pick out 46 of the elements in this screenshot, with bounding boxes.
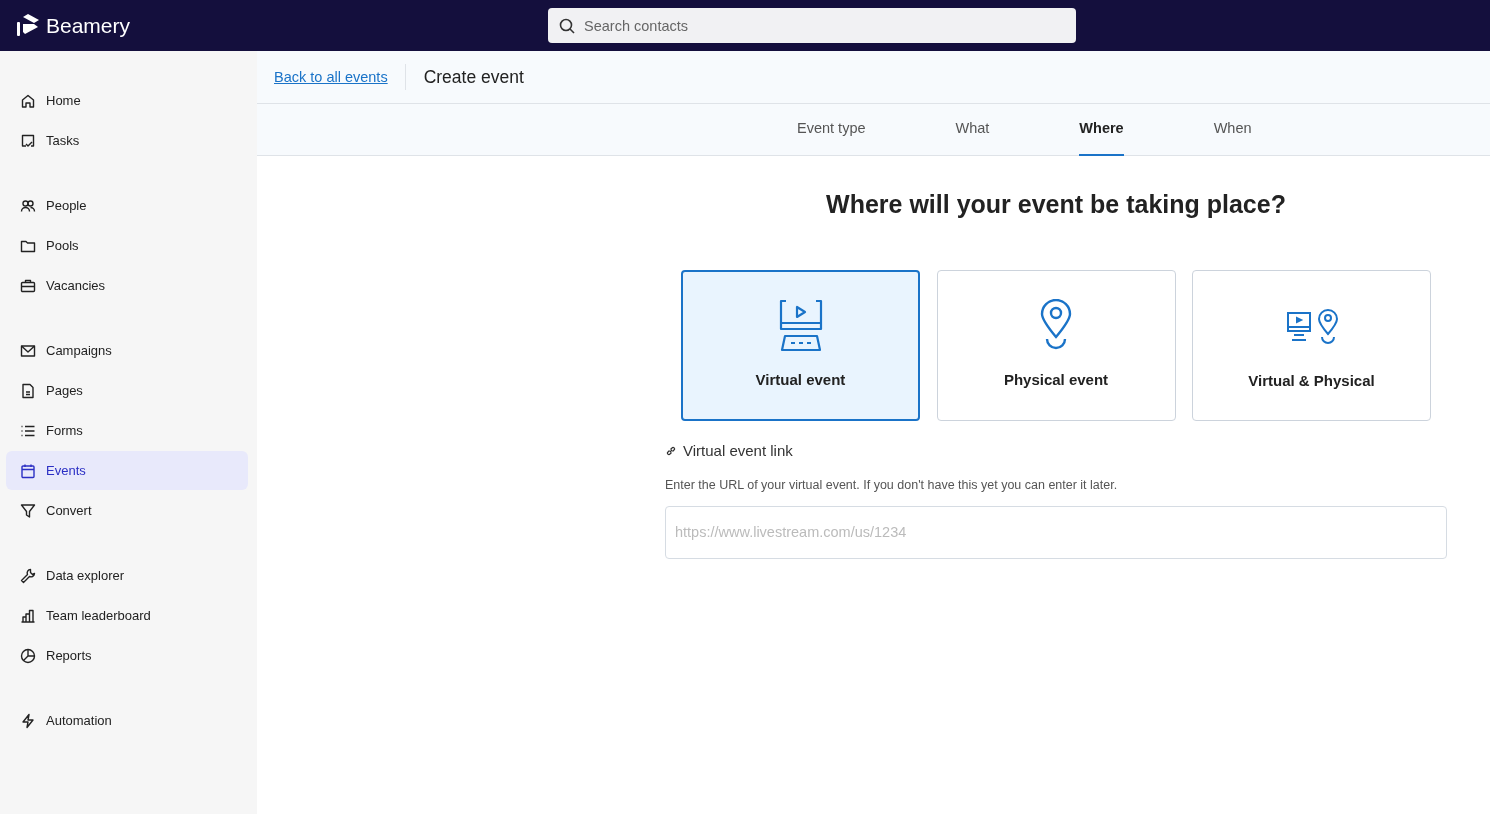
- question-heading: Where will your event be taking place?: [825, 189, 1287, 220]
- logo-text: Beamery: [46, 12, 131, 39]
- pie-chart-icon: [20, 647, 36, 664]
- back-link[interactable]: Back to all events: [274, 64, 406, 90]
- step-tab[interactable]: Where: [1079, 104, 1124, 156]
- sidebar-item[interactable]: Pools: [6, 226, 248, 265]
- step-tab[interactable]: Event type: [797, 104, 866, 156]
- logo-icon: [16, 12, 40, 39]
- envelope-icon: [20, 342, 36, 359]
- search-field[interactable]: Search contacts: [548, 8, 1077, 43]
- bar-chart-icon: [20, 607, 36, 624]
- step-tab[interactable]: When: [1213, 104, 1252, 156]
- event-option-card[interactable]: Virtual & Physical: [1192, 269, 1431, 421]
- event-option-card[interactable]: Physical event: [936, 269, 1176, 421]
- page-title: Create event: [422, 65, 524, 89]
- sidebar-item[interactable]: Team leaderboard: [6, 596, 248, 635]
- help-text: Enter the URL of your virtual event. If you don't have this yet you can enter it later.: [665, 477, 1119, 494]
- sidebar-item[interactable]: Tasks: [6, 121, 248, 160]
- sidebar-item[interactable]: Events: [6, 451, 248, 490]
- sidebar-item[interactable]: Automation: [6, 701, 248, 740]
- sidebar-item[interactable]: Convert: [6, 491, 248, 530]
- sidebar-item[interactable]: Pages: [6, 371, 248, 410]
- monitor-keyboard-icon: [777, 298, 824, 353]
- url-input-field[interactable]: https://www.livestream.com/us/1234: [665, 505, 1447, 559]
- calendar-icon: [20, 462, 36, 479]
- field-label: Virtual event link: [683, 440, 793, 461]
- task-icon: [20, 132, 36, 149]
- people-icon: [20, 197, 36, 214]
- sidebar-item[interactable]: Reports: [6, 636, 248, 675]
- search-icon: [559, 18, 576, 34]
- briefcase-icon: [20, 277, 36, 294]
- event-option-card[interactable]: Virtual event: [681, 269, 920, 421]
- lightning-icon: [20, 712, 36, 729]
- document-icon: [20, 382, 36, 399]
- home-icon: [20, 92, 36, 109]
- link-icon: [665, 444, 677, 457]
- sidebar-item[interactable]: Home: [6, 81, 248, 120]
- sidebar-item[interactable]: Campaigns: [6, 331, 248, 370]
- sidebar-item[interactable]: People: [6, 186, 248, 225]
- wrench-icon: [20, 567, 36, 584]
- sidebar-item[interactable]: Forms: [6, 411, 248, 450]
- sidebar-item[interactable]: Vacancies: [6, 266, 248, 305]
- funnel-icon: [20, 502, 36, 519]
- step-tab[interactable]: What: [955, 104, 990, 156]
- monitor-and-pin-icon: [1285, 307, 1338, 344]
- sidebar-item[interactable]: Data explorer: [6, 556, 248, 595]
